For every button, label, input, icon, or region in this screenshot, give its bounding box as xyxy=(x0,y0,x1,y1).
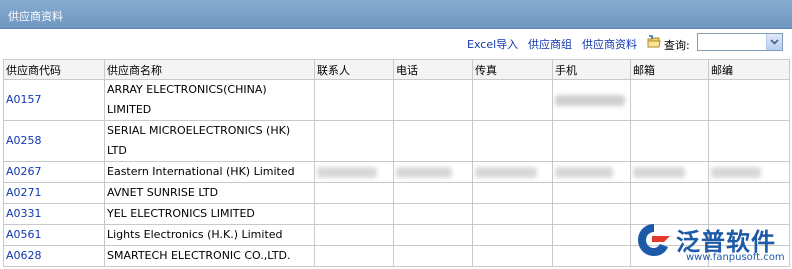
title-bar: 供应商资料 xyxy=(0,0,792,29)
query-select[interactable] xyxy=(697,33,783,51)
zip-cell xyxy=(708,161,790,183)
supplier-group-link[interactable]: 供应商组 xyxy=(528,36,572,52)
fax-cell xyxy=(472,203,553,225)
supplier-data-link[interactable]: 供应商资料 xyxy=(582,36,637,52)
fax-cell xyxy=(472,182,553,204)
column-header-zip[interactable]: 邮编 xyxy=(708,59,790,80)
brand-url: www.fanpusoft.com xyxy=(686,252,785,263)
email-cell xyxy=(630,161,709,183)
fax-cell xyxy=(472,120,553,162)
phone-cell xyxy=(393,245,473,267)
fax-cell xyxy=(472,79,553,121)
phone-cell xyxy=(393,161,473,183)
query-folder-icon xyxy=(647,35,661,49)
column-header-phone[interactable]: 电话 xyxy=(393,59,473,80)
fax-cell xyxy=(472,161,553,183)
phone-cell xyxy=(393,79,473,121)
supplier-code[interactable]: A0157 xyxy=(3,79,105,121)
zip-cell xyxy=(708,79,790,121)
supplier-code[interactable]: A0271 xyxy=(3,182,105,204)
mobile-cell xyxy=(552,224,631,246)
column-header-fax[interactable]: 传真 xyxy=(472,59,553,80)
email-cell xyxy=(630,182,709,204)
supplier-name: SERIAL MICROELECTRONICS (HK) LTD xyxy=(104,120,315,162)
supplier-name: AVNET SUNRISE LTD xyxy=(104,182,315,204)
page-title: 供应商资料 xyxy=(8,10,63,23)
column-header-email[interactable]: 邮箱 xyxy=(630,59,709,80)
toolbar: Excel导入 供应商组 供应商资料 查询: xyxy=(0,29,792,59)
redacted-mask xyxy=(633,166,685,178)
redacted-mask xyxy=(475,166,537,178)
supplier-code[interactable]: A0267 xyxy=(3,161,105,183)
contact-cell xyxy=(314,120,394,162)
contact-cell xyxy=(314,245,394,267)
redacted-mask xyxy=(317,166,377,178)
supplier-name: YEL ELECTRONICS LIMITED xyxy=(104,203,315,225)
brand-logo-icon xyxy=(634,220,674,263)
table-header-row: 供应商代码 供应商名称 联系人 电话 传真 手机 邮箱 邮编 xyxy=(3,59,790,80)
column-header-code[interactable]: 供应商代码 xyxy=(3,59,105,80)
phone-cell xyxy=(393,224,473,246)
phone-cell xyxy=(393,120,473,162)
supplier-code[interactable]: A0628 xyxy=(3,245,105,267)
mobile-cell xyxy=(552,120,631,162)
redacted-mask xyxy=(555,94,625,106)
column-header-contact[interactable]: 联系人 xyxy=(314,59,394,80)
supplier-code[interactable]: A0331 xyxy=(3,203,105,225)
contact-cell xyxy=(314,79,394,121)
supplier-name: Lights Electronics (H.K.) Limited xyxy=(104,224,315,246)
table-row[interactable]: A0258 SERIAL MICROELECTRONICS (HK) LTD xyxy=(3,120,790,162)
supplier-name: SMARTECH ELECTRONIC CO.,LTD. xyxy=(104,245,315,267)
mobile-cell xyxy=(552,161,631,183)
mobile-cell xyxy=(552,79,631,121)
zip-cell xyxy=(708,182,790,204)
email-cell xyxy=(630,79,709,121)
redacted-mask xyxy=(711,166,761,178)
mobile-cell xyxy=(552,182,631,204)
brand-watermark: 泛普软件 www.fanpusoft.com xyxy=(628,218,792,269)
mobile-cell xyxy=(552,203,631,225)
redacted-mask xyxy=(396,166,452,178)
supplier-name: ARRAY ELECTRONICS(CHINA) LIMITED xyxy=(104,79,315,121)
query-label: 查询: xyxy=(664,39,690,52)
redacted-mask xyxy=(555,166,613,178)
mobile-cell xyxy=(552,245,631,267)
contact-cell xyxy=(314,161,394,183)
excel-import-link[interactable]: Excel导入 xyxy=(467,36,518,52)
chevron-down-icon[interactable] xyxy=(766,34,782,50)
supplier-code[interactable]: A0561 xyxy=(3,224,105,246)
supplier-name: Eastern International (HK) Limited xyxy=(104,161,315,183)
table-row[interactable]: A0157 ARRAY ELECTRONICS(CHINA) LIMITED xyxy=(3,79,790,121)
column-header-mobile[interactable]: 手机 xyxy=(552,59,631,80)
fax-cell xyxy=(472,245,553,267)
supplier-code[interactable]: A0258 xyxy=(3,120,105,162)
contact-cell xyxy=(314,182,394,204)
table-row[interactable]: A0267 Eastern International (HK) Limited xyxy=(3,161,790,183)
table-row[interactable]: A0271 AVNET SUNRISE LTD xyxy=(3,182,790,204)
zip-cell xyxy=(708,120,790,162)
fax-cell xyxy=(472,224,553,246)
phone-cell xyxy=(393,182,473,204)
email-cell xyxy=(630,120,709,162)
contact-cell xyxy=(314,224,394,246)
column-header-name[interactable]: 供应商名称 xyxy=(104,59,315,80)
contact-cell xyxy=(314,203,394,225)
phone-cell xyxy=(393,203,473,225)
